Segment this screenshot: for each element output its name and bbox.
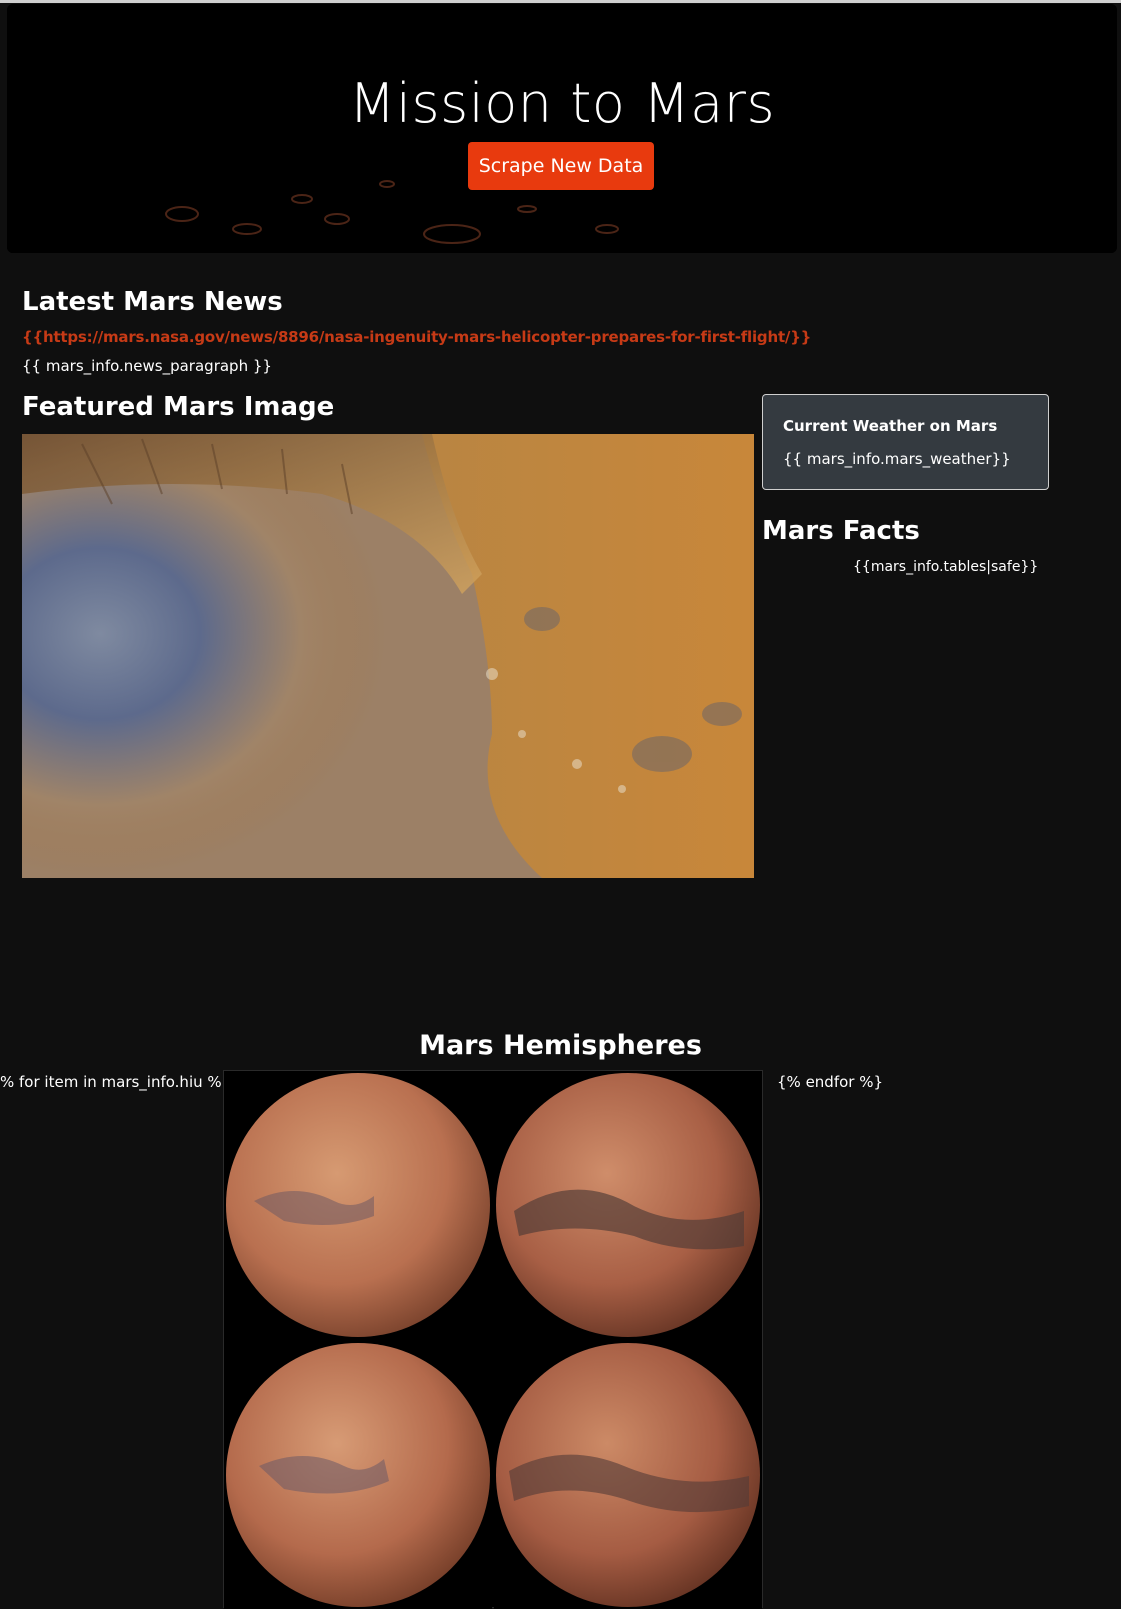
template-loop-start-text: % for item in mars_info.hiu %} [0,1073,232,1091]
hemisphere-image-4[interactable] [494,1341,762,1609]
mars-globe-icon [226,1073,490,1337]
hemisphere-image-2[interactable] [494,1071,762,1339]
hero-banner: Mission to Mars Scrape New Data [7,4,1117,253]
template-loop-end-text: {% endfor %} [777,1073,884,1091]
scrape-new-data-button[interactable]: Scrape New Data [468,142,654,190]
weather-card-title: Current Weather on Mars [783,417,998,435]
mars-globe-icon [496,1343,760,1607]
hemispheres-grid [223,1070,763,1609]
news-title-link[interactable]: {{https://mars.nasa.gov/news/8896/nasa-i… [22,328,811,346]
mars-facts-heading: Mars Facts [762,516,920,546]
featured-image-heading: Featured Mars Image [22,392,335,422]
news-paragraph: {{ mars_info.news_paragraph }} [22,357,272,375]
window-top-border [0,0,1121,3]
mars-globe-icon [496,1073,760,1337]
mars-facts-table: {{mars_info.tables|safe}} [853,559,1039,575]
hemisphere-image-3[interactable] [224,1341,492,1609]
featured-mars-image [22,434,754,878]
hemispheres-heading: Mars Hemispheres [419,1030,702,1061]
hemisphere-image-1[interactable] [224,1071,492,1339]
weather-value: {{ mars_info.mars_weather}} [783,450,1011,468]
latest-news-heading: Latest Mars News [22,287,283,317]
mars-globe-icon [226,1343,490,1607]
page-title: Mission to Mars [348,72,776,135]
weather-card: Current Weather on Mars {{ mars_info.mar… [762,394,1049,490]
